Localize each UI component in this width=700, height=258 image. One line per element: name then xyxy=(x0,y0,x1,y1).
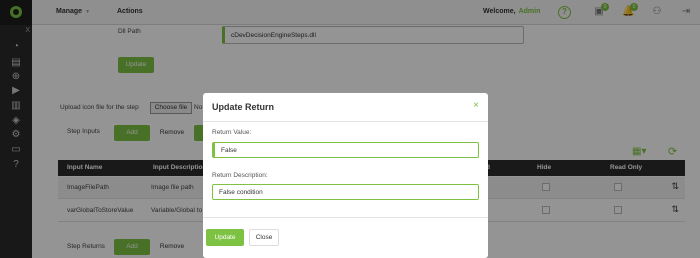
return-description-input[interactable]: False condition xyxy=(212,184,479,200)
modal-title: Update Return xyxy=(212,102,275,112)
modal-footer-divider xyxy=(203,217,488,218)
return-description-label: Return Description: xyxy=(212,172,268,179)
modal-update-button[interactable]: Update xyxy=(206,229,244,246)
update-return-modal: Update Return × Return Value: False Retu… xyxy=(203,93,488,258)
return-value-label: Return Value: xyxy=(212,129,252,136)
return-value-input[interactable]: False xyxy=(212,142,479,158)
close-icon[interactable]: × xyxy=(473,100,479,111)
modal-divider xyxy=(203,121,488,122)
modal-close-button[interactable]: Close xyxy=(249,229,279,246)
